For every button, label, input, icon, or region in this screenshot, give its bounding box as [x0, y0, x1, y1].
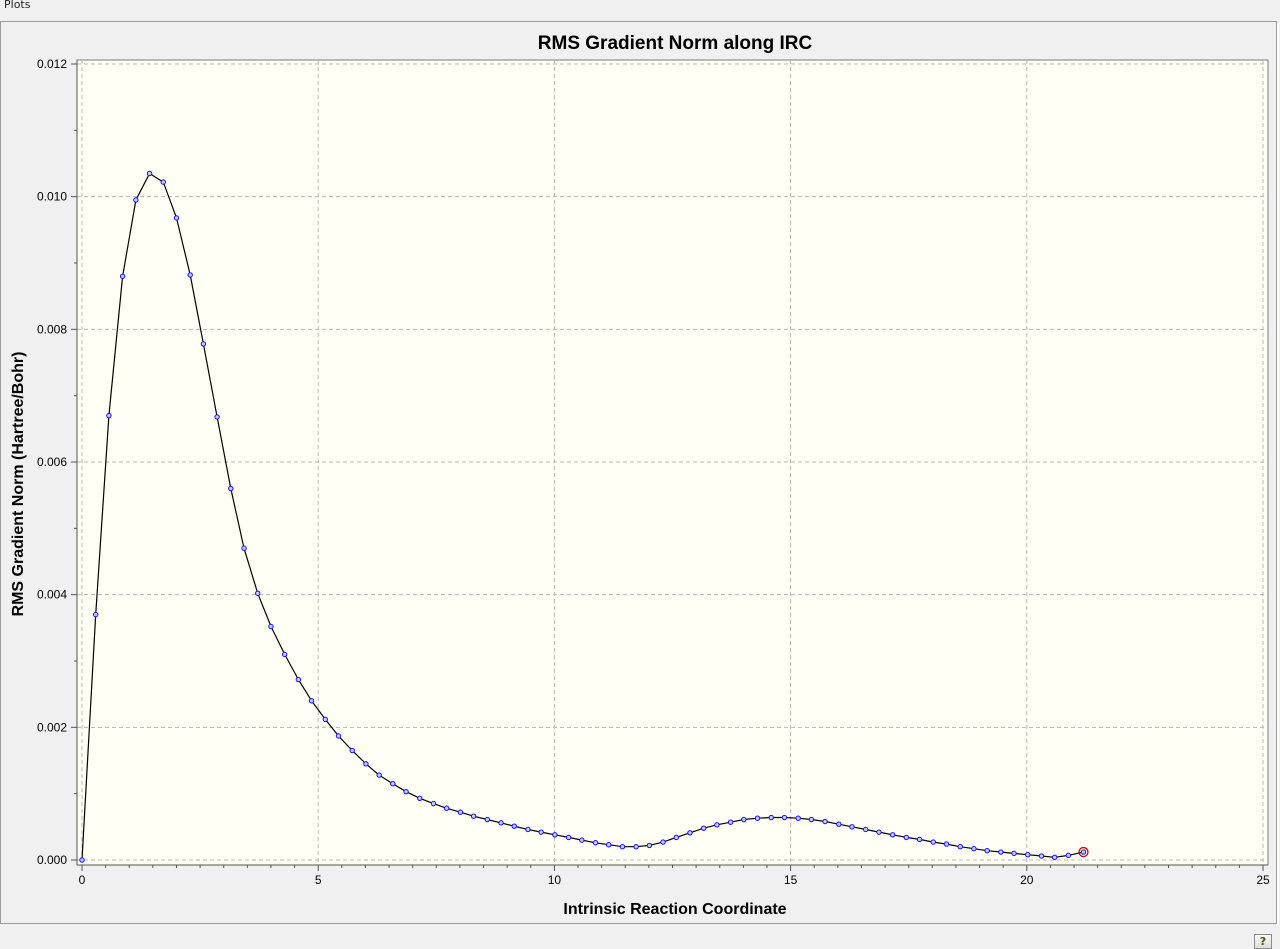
data-point: [173, 215, 180, 221]
chart-svg: RMS Gradient Norm along IRC Intrinsic Re…: [10, 33, 1270, 918]
data-point: [200, 341, 207, 347]
data-point: [119, 273, 126, 279]
data-point: [133, 197, 139, 203]
data-point: [92, 611, 99, 618]
help-icon[interactable]: ?: [1254, 934, 1272, 949]
data-point: [349, 747, 355, 754]
data-point: [308, 698, 315, 704]
data-point: [538, 829, 544, 835]
x-tick-label: 15: [784, 873, 798, 887]
y-tick-label: 0.002: [37, 720, 67, 734]
data-point: [795, 815, 801, 821]
data-point: [781, 814, 788, 821]
data-point: [700, 825, 707, 831]
data-point: [1011, 850, 1017, 857]
data-point: [470, 813, 477, 819]
data-point: [1051, 854, 1058, 861]
data-point: [863, 826, 869, 833]
data-point: [957, 844, 963, 850]
data-point: [417, 795, 423, 802]
data-point: [849, 824, 855, 830]
data-point: [187, 272, 193, 278]
data-point: [633, 844, 639, 850]
x-tick-label: 10: [548, 873, 562, 887]
data-point: [1038, 853, 1045, 859]
data-point: [214, 414, 220, 420]
data-point: [903, 834, 910, 841]
data-point: [146, 170, 153, 177]
data-point: [335, 733, 342, 739]
data-point: [971, 846, 977, 852]
data-point: [579, 837, 585, 843]
y-tick-label: 0.008: [37, 322, 67, 336]
x-tick-label: 25: [1256, 873, 1270, 887]
data-point: [363, 761, 369, 767]
data-point: [984, 848, 990, 854]
x-tick-label: 20: [1020, 873, 1034, 887]
data-point: [768, 814, 774, 821]
data-point: [79, 857, 85, 863]
y-axis-label: RMS Gradient Norm (Hartree/Bohr): [10, 352, 27, 617]
data-point: [1065, 852, 1072, 859]
data-point: [1080, 849, 1087, 855]
y-tick-label: 0.006: [37, 455, 67, 469]
data-point: [484, 816, 491, 823]
data-point: [268, 623, 274, 630]
data-point: [673, 834, 679, 841]
data-point: [228, 485, 234, 492]
data-point: [808, 816, 815, 823]
data-point: [403, 788, 409, 795]
data-point: [295, 676, 302, 683]
data-point: [876, 829, 882, 835]
data-point: [106, 412, 112, 419]
x-tick-label: 5: [315, 873, 322, 887]
data-point: [592, 840, 599, 846]
data-point: [754, 815, 761, 821]
y-tick-label: 0.010: [37, 190, 67, 204]
data-point: [930, 839, 936, 845]
data-point: [281, 651, 288, 658]
data-point: [322, 716, 328, 723]
data-point: [727, 819, 734, 825]
data-point: [430, 800, 437, 807]
data-point: [552, 832, 558, 838]
data-point: [916, 836, 923, 843]
y-tick-label: 0.000: [37, 853, 67, 867]
data-point: [619, 844, 626, 850]
data-point: [606, 842, 612, 848]
y-tick-label: 0.012: [37, 57, 67, 71]
data-point: [1025, 851, 1031, 858]
data-point: [687, 830, 693, 836]
data-point: [498, 820, 504, 826]
data-point: [390, 781, 396, 787]
x-axis-label: Intrinsic Reaction Coordinate: [563, 901, 786, 918]
data-point: [525, 826, 531, 833]
x-tick-label: 0: [79, 873, 86, 887]
data-point: [943, 841, 950, 847]
plot-panel: RMS Gradient Norm along IRC Intrinsic Re…: [0, 21, 1279, 926]
data-point: [565, 834, 572, 841]
data-point: [836, 821, 842, 827]
data-point: [376, 772, 382, 778]
data-point: [822, 818, 828, 825]
data-point: [457, 809, 464, 815]
data-point: [741, 816, 747, 823]
window-title: Plots: [4, 0, 31, 11]
data-point: [998, 849, 1004, 855]
chart-title: RMS Gradient Norm along IRC: [538, 33, 813, 54]
data-point: [241, 545, 247, 551]
data-point: [443, 805, 450, 811]
data-point: [889, 832, 896, 838]
data-point: [646, 842, 653, 849]
data-point: [160, 179, 166, 185]
data-point: [660, 839, 666, 845]
data-point: [511, 823, 517, 829]
data-point: [714, 822, 720, 828]
data-point: [255, 590, 261, 597]
y-tick-label: 0.004: [37, 588, 67, 602]
